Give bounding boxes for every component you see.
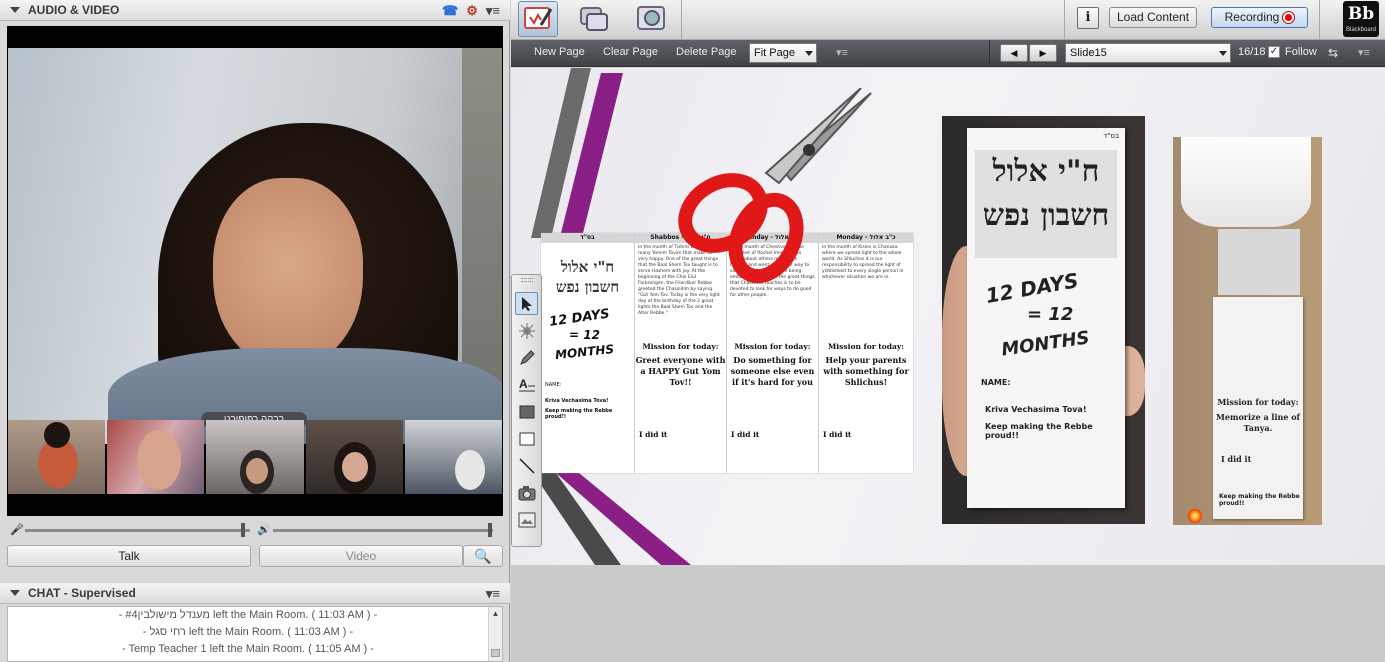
volume-controls: 🎤 🔊	[7, 522, 503, 538]
left-panel: AUDIO & VIDEO ☎ ⚙ ▾≡ רבקה רפופורט	[0, 0, 510, 662]
mic-volume-slider[interactable]	[25, 529, 250, 532]
panel-menu-icon[interactable]: ▾≡	[486, 3, 500, 19]
collapse-triangle-icon[interactable]	[10, 7, 20, 13]
camera-icon[interactable]	[515, 481, 538, 504]
speaker-volume-handle[interactable]	[488, 523, 492, 537]
laser-pointer-icon	[1188, 509, 1202, 523]
web-tour-icon[interactable]	[631, 1, 671, 37]
tanya-keep-making: Keep making the Rebbe proud!!	[1219, 493, 1300, 507]
whiteboard-pen-icon[interactable]	[518, 1, 558, 37]
next-slide-button[interactable]: ▶	[1029, 44, 1057, 62]
stage-margin	[511, 565, 1385, 662]
video-thumbnail[interactable]	[107, 420, 205, 494]
chat-message: - מענדל מישולבין#4 left the Main Room. (…	[118, 609, 378, 621]
video-thumbnails	[8, 420, 503, 494]
toolbar-menu-icon[interactable]: ▾≡	[1358, 46, 1370, 59]
video-preview-icon[interactable]: 🔍	[463, 545, 503, 567]
chevron-down-icon	[1219, 51, 1227, 56]
chat-scrollbar[interactable]: ▲	[488, 607, 502, 661]
mission-text: Help your parents with something for Shl…	[823, 355, 909, 387]
video-frame: רבקה רפופורט	[7, 26, 503, 516]
speaker-volume-slider[interactable]	[273, 529, 493, 532]
slide-value: Slide15	[1070, 47, 1107, 59]
image-insert-icon[interactable]	[515, 508, 538, 531]
booklet-photo-1: בס"ד ח"י אלול חשבון נפש 12 DAYS = 12 MON…	[942, 116, 1145, 524]
pointer-star-icon[interactable]	[515, 319, 538, 342]
hebrew-title-line-1: ח"י אלול	[560, 258, 615, 276]
clear-page-button[interactable]: Clear Page	[603, 46, 658, 58]
kesiva-text: Kriva Vechasima Tova!	[545, 398, 609, 404]
scissors-icon	[678, 88, 872, 284]
video-button[interactable]: Video	[259, 545, 463, 567]
follow-checkbox[interactable]: ✓	[1268, 46, 1280, 58]
rectangle-outline-icon[interactable]	[515, 427, 538, 450]
new-page-button[interactable]: New Page	[534, 46, 585, 58]
select-arrow-icon[interactable]	[515, 292, 538, 315]
chat-messages[interactable]: - מענדל מישולבין#4 left the Main Room. (…	[7, 606, 503, 662]
chat-header[interactable]: CHAT - Supervised ▾≡	[0, 583, 510, 604]
line-tool-icon[interactable]	[515, 454, 538, 477]
palette-grip[interactable]	[521, 278, 533, 282]
tanya-mission-text: Memorize a line of Tanya.	[1216, 412, 1300, 433]
info-button[interactable]: i	[1077, 7, 1099, 29]
whiteboard-toolbar: New Page Clear Page Delete Page Fit Page…	[511, 40, 1385, 67]
filled-rectangle-icon[interactable]	[515, 400, 538, 423]
mission-text: Do something for someone else even if it…	[730, 355, 815, 387]
chat-title: CHAT - Supervised	[28, 586, 136, 600]
previous-slide-button[interactable]: ◀	[1000, 44, 1028, 62]
content-top-bar: i Load Content Recording Bb Blackboard	[511, 0, 1385, 40]
delete-page-button[interactable]: Delete Page	[676, 46, 737, 58]
video-thumbnail[interactable]	[404, 420, 503, 494]
record-icon	[1283, 12, 1295, 23]
recording-button[interactable]: Recording	[1211, 7, 1308, 28]
main-video: רבקה רפופורט	[8, 48, 502, 444]
days-title: 12 DAYS	[548, 306, 611, 330]
audio-setup-icon[interactable]: ☎	[442, 3, 458, 19]
months-text: MONTHS	[554, 341, 615, 363]
chat-message: - Temp Teacher 1 left the Main Room. ( 1…	[122, 643, 374, 655]
hebrew-title-line-2: חשבון נפש	[555, 278, 620, 296]
booklet-photo-2: Mission for today: Memorize a line of Ta…	[1173, 137, 1322, 525]
microphone-icon: 🎤	[10, 524, 24, 536]
tanya-did-it: I did it	[1221, 454, 1252, 464]
video-thumbnail[interactable]	[8, 420, 106, 494]
collaborate-window: AUDIO & VIDEO ☎ ⚙ ▾≡ רבקה רפופורט	[0, 0, 1385, 662]
video-thumbnail[interactable]	[305, 420, 403, 494]
audio-video-header[interactable]: AUDIO & VIDEO ☎ ⚙ ▾≡	[0, 0, 510, 21]
name-label: NAME:	[545, 382, 562, 388]
speaker-icon: 🔊	[257, 524, 271, 536]
audio-video-title: AUDIO & VIDEO	[28, 3, 120, 17]
toolbar-menu-icon[interactable]: ▾≡	[836, 46, 848, 59]
settings-icon[interactable]: ⚙	[466, 3, 478, 19]
svg-text:A: A	[519, 377, 528, 391]
chevron-down-icon	[805, 51, 813, 56]
drawing-tools-palette: A	[511, 274, 542, 547]
pencil-icon[interactable]	[515, 346, 538, 369]
scroll-thumb[interactable]	[491, 649, 500, 657]
mic-volume-handle[interactable]	[241, 523, 245, 537]
tanya-mission-heading: Mission for today:	[1217, 397, 1299, 407]
text-tool-icon[interactable]: A	[515, 373, 538, 396]
load-content-button[interactable]: Load Content	[1109, 7, 1197, 28]
keep-making-text: Keep making the Rebbe proud!!	[545, 408, 613, 420]
sync-view-icon[interactable]: ⇆	[1328, 46, 1338, 60]
slide-select[interactable]: Slide15	[1065, 43, 1231, 63]
blackboard-logo-sub: Blackboard	[1345, 27, 1377, 33]
panel-menu-icon[interactable]: ▾≡	[486, 586, 500, 602]
chat-message: - רחי סגל left the Main Room. ( 11:03 AM…	[142, 626, 354, 638]
blackboard-logo: Bb Blackboard	[1343, 1, 1379, 37]
scroll-up-icon[interactable]: ▲	[489, 609, 502, 618]
application-share-icon[interactable]	[574, 1, 614, 37]
collapse-triangle-icon[interactable]	[10, 590, 20, 596]
follow-label: Follow	[1285, 46, 1317, 58]
zoom-value: Fit Page	[754, 47, 795, 59]
page-count: 16/18	[1238, 46, 1266, 58]
recording-label: Recording	[1224, 10, 1280, 24]
video-thumbnail[interactable]	[206, 420, 304, 494]
blackboard-logo-text: Bb	[1347, 4, 1375, 24]
zoom-select[interactable]: Fit Page	[749, 43, 817, 63]
mission-text: Greet everyone with a HAPPY Gut Yom Tov!…	[635, 355, 726, 387]
whiteboard-stage[interactable]: בס"ד ח"י אלול חשבון נפש 12 DAYS = 12 MON…	[511, 68, 1385, 565]
talk-button[interactable]: Talk	[7, 545, 251, 567]
